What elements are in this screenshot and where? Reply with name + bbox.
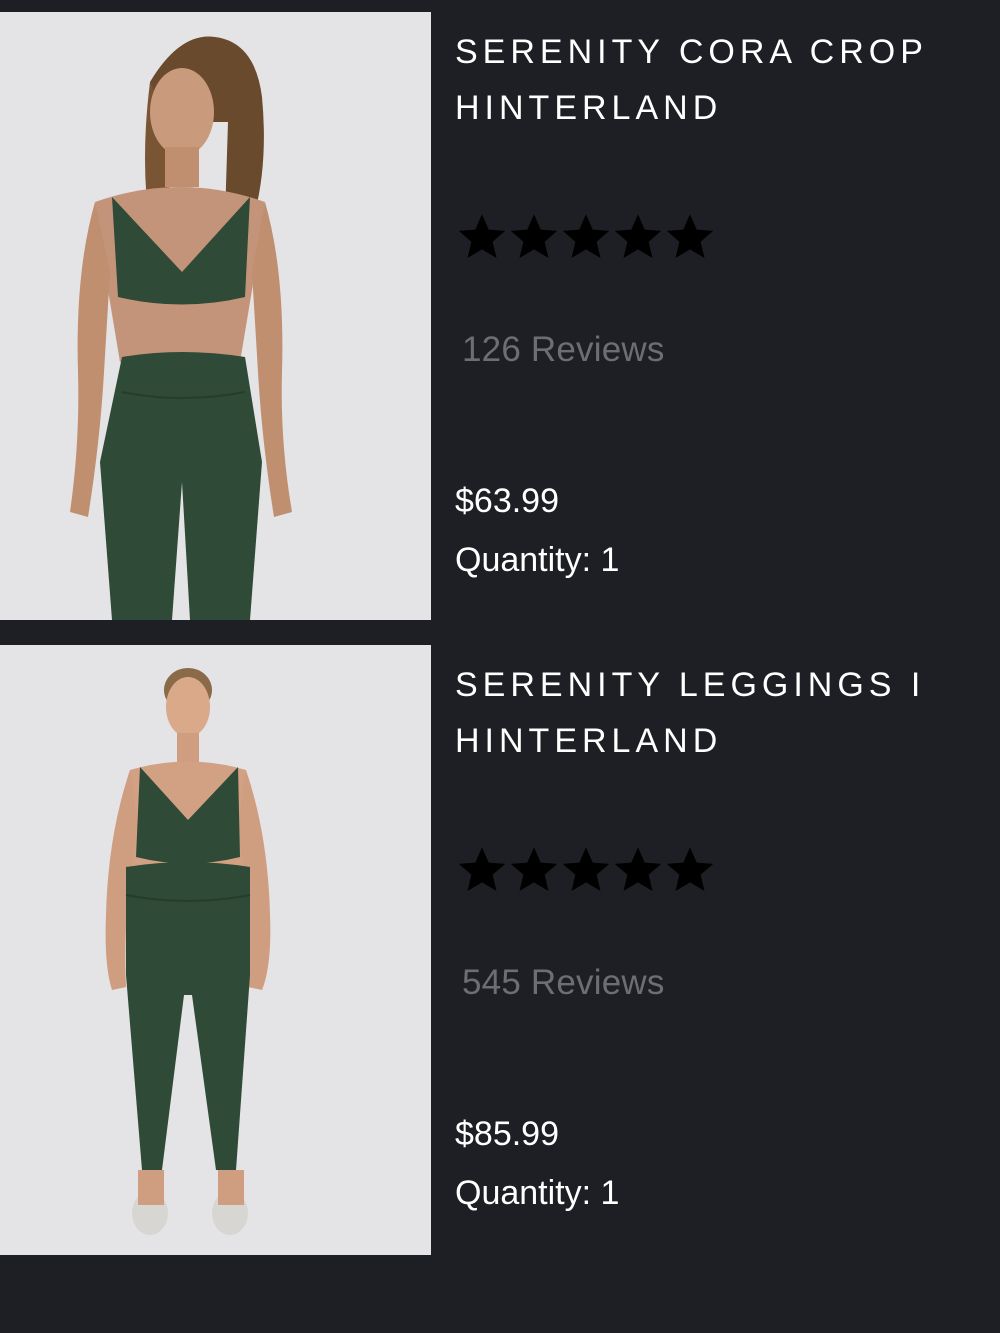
product-price: $85.99 — [455, 1115, 559, 1153]
model-photo-icon — [0, 645, 431, 1255]
review-count[interactable]: 545 Reviews — [462, 963, 665, 1003]
star-icon — [664, 844, 716, 896]
star-icon — [560, 211, 612, 263]
product-quantity: Quantity: 1 — [455, 1174, 620, 1212]
star-icon — [456, 211, 508, 263]
star-icon — [664, 211, 716, 263]
product-title[interactable]: SERENITY LEGGINGS I HINTERLAND — [455, 657, 995, 769]
product-image[interactable] — [0, 12, 431, 620]
star-icon — [456, 844, 508, 896]
rating-stars — [456, 207, 716, 267]
rating-stars — [456, 840, 716, 900]
cart-items-page: SERENITY CORA CROP HINTERLAND 126 Review… — [0, 0, 1000, 1333]
star-icon — [612, 211, 664, 263]
product-quantity: Quantity: 1 — [455, 541, 620, 579]
star-icon — [612, 844, 664, 896]
cart-item: SERENITY LEGGINGS I HINTERLAND 545 Revie… — [0, 645, 1000, 1255]
cart-item: SERENITY CORA CROP HINTERLAND 126 Review… — [0, 12, 1000, 620]
star-icon — [560, 844, 612, 896]
product-title-line2: HINTERLAND — [455, 89, 723, 127]
product-price: $63.99 — [455, 482, 559, 520]
star-icon — [508, 844, 560, 896]
product-title-line1: SERENITY LEGGINGS I — [455, 666, 926, 704]
product-title-line2: HINTERLAND — [455, 722, 723, 760]
product-title[interactable]: SERENITY CORA CROP HINTERLAND — [455, 24, 995, 136]
product-image[interactable] — [0, 645, 431, 1255]
review-count[interactable]: 126 Reviews — [462, 330, 665, 370]
product-title-line1: SERENITY CORA CROP — [455, 33, 928, 71]
star-icon — [508, 211, 560, 263]
model-photo-icon — [0, 12, 431, 620]
